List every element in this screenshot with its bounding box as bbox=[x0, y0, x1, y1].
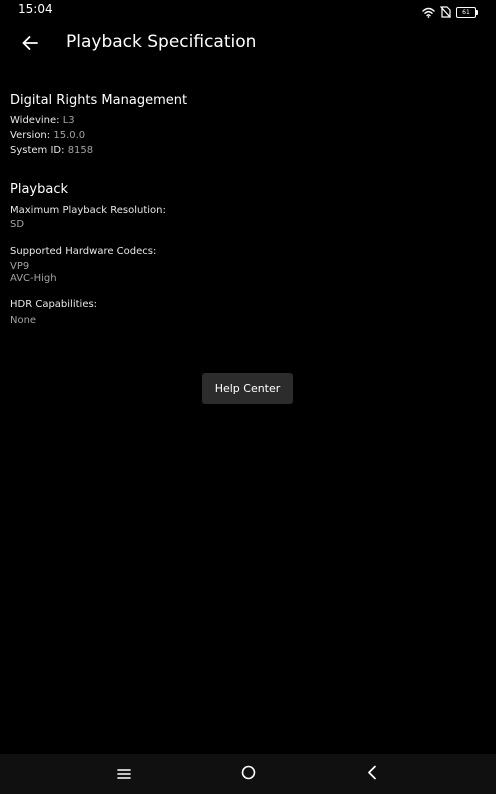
back-icon bbox=[367, 765, 377, 784]
max-resolution-value: SD bbox=[10, 219, 25, 230]
version-row: Version: 15.0.0 bbox=[10, 130, 85, 141]
version-value: 15.0.0 bbox=[53, 130, 86, 141]
widevine-label: Widevine: bbox=[10, 115, 60, 126]
page-title: Playback Specification bbox=[66, 32, 257, 52]
codec-item: VP9 bbox=[10, 261, 30, 272]
menu-icon bbox=[117, 765, 131, 784]
codec-item: AVC-High bbox=[10, 273, 57, 284]
system-id-value: 8158 bbox=[67, 145, 94, 156]
status-time: 15:04 bbox=[18, 2, 53, 16]
hdr-value: None bbox=[10, 315, 37, 326]
system-id-label: System ID: bbox=[10, 145, 65, 156]
system-nav-bar bbox=[0, 754, 496, 794]
widevine-value: L3 bbox=[62, 115, 75, 126]
max-resolution-label: Maximum Playback Resolution: bbox=[10, 205, 166, 216]
back-button[interactable] bbox=[16, 30, 44, 58]
recents-button[interactable] bbox=[114, 764, 134, 784]
system-id-row: System ID: 8158 bbox=[10, 145, 93, 156]
home-icon bbox=[241, 765, 256, 784]
hdr-label: HDR Capabilities: bbox=[10, 299, 98, 310]
status-icons: 61 bbox=[422, 3, 478, 22]
help-center-button[interactable]: Help Center bbox=[202, 373, 293, 404]
home-button[interactable] bbox=[238, 764, 258, 784]
battery-icon: 61 bbox=[456, 7, 478, 18]
version-label: Version: bbox=[10, 130, 51, 141]
no-sim-icon bbox=[440, 3, 451, 22]
codecs-label: Supported Hardware Codecs: bbox=[10, 246, 157, 257]
app-bar: Playback Specification bbox=[0, 22, 496, 66]
status-bar: 15:04 61 bbox=[0, 0, 496, 18]
nav-back-button[interactable] bbox=[362, 764, 382, 784]
drm-heading: Digital Rights Management bbox=[10, 93, 188, 108]
widevine-row: Widevine: L3 bbox=[10, 115, 75, 126]
arrow-left-icon bbox=[22, 35, 38, 54]
playback-heading: Playback bbox=[10, 182, 69, 197]
wifi-icon bbox=[422, 3, 435, 22]
